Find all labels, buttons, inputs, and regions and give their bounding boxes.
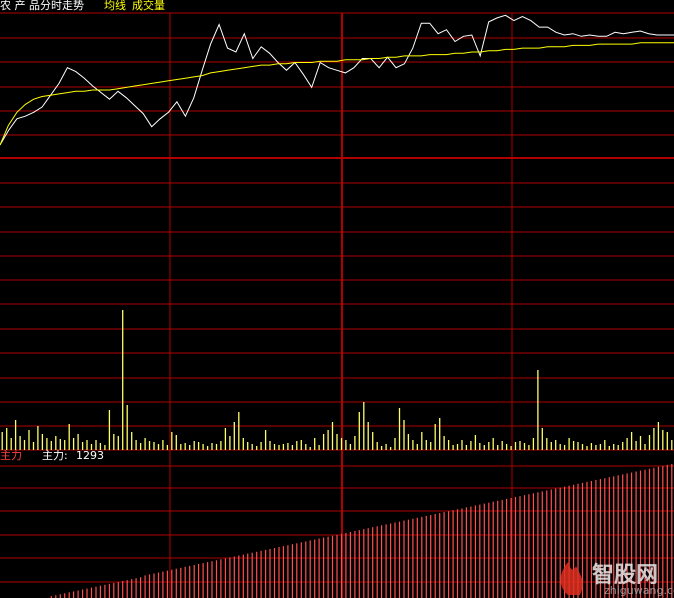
volume-legend: 成交量 <box>132 0 165 12</box>
intraday-chart: 农 产 品分时走势 均线 成交量 主力 主力: 1293 智股网 zhiguwa… <box>0 0 674 598</box>
main-force-value: 1293 <box>76 449 104 462</box>
stock-title-label: 农 产 品分时走势 <box>0 0 84 12</box>
main-force-title-label: 主力 <box>0 449 22 462</box>
main-force-value-label: 主力: <box>42 449 68 462</box>
watermark-url: zhiguwang.com <box>604 584 674 597</box>
average-line-legend: 均线 <box>104 0 126 12</box>
